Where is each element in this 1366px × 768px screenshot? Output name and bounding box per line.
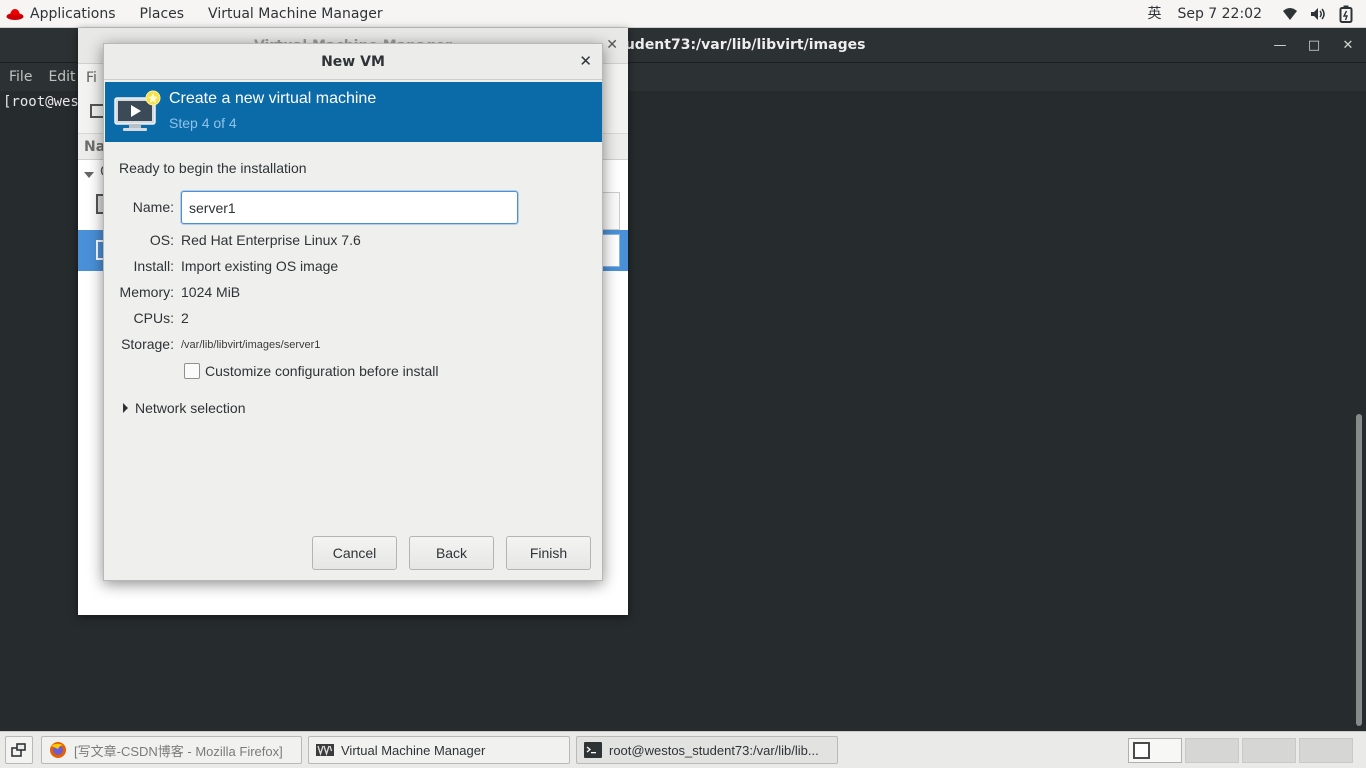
terminal-prompt: [root@wes bbox=[3, 94, 79, 110]
dialog-close-icon[interactable]: ✕ bbox=[579, 52, 592, 70]
new-vm-dialog[interactable]: New VM ✕ Create a new virtual machine St… bbox=[103, 43, 603, 581]
install-label: Install: bbox=[133, 258, 174, 274]
input-method-indicator[interactable]: 英 bbox=[1139, 0, 1169, 28]
wizard-banner: Create a new virtual machine Step 4 of 4 bbox=[105, 82, 602, 142]
os-value: Red Hat Enterprise Linux 7.6 bbox=[181, 232, 361, 248]
terminal-menu-file[interactable]: File bbox=[1, 63, 40, 91]
network-selection-expander[interactable]: Network selection bbox=[123, 400, 246, 416]
cpus-value: 2 bbox=[181, 310, 189, 326]
cpus-label: CPUs: bbox=[133, 310, 174, 326]
workspace-4[interactable] bbox=[1299, 738, 1353, 763]
applications-menu[interactable]: Applications bbox=[0, 0, 128, 28]
taskbar-terminal-label: root@westos_student73:/var/lib/lib... bbox=[609, 742, 819, 758]
close-icon[interactable]: ✕ bbox=[1331, 28, 1365, 63]
applications-label: Applications bbox=[30, 5, 116, 22]
ready-text: Ready to begin the installation bbox=[119, 160, 307, 176]
taskbar-vmm[interactable]: Virtual Machine Manager bbox=[308, 736, 570, 764]
battery-icon[interactable] bbox=[1332, 0, 1360, 28]
back-button[interactable]: Back bbox=[409, 536, 494, 570]
vmm-menu-file[interactable]: Fi bbox=[86, 64, 97, 92]
banner-title: Create a new virtual machine bbox=[169, 90, 377, 107]
os-label: OS: bbox=[149, 232, 174, 248]
firefox-icon bbox=[50, 742, 66, 758]
clock[interactable]: Sep 7 22:02 bbox=[1169, 0, 1276, 28]
customize-checkbox[interactable] bbox=[184, 363, 200, 379]
memory-value: 1024 MiB bbox=[181, 284, 241, 300]
taskbar-vmm-label: Virtual Machine Manager bbox=[341, 742, 486, 758]
terminal-icon bbox=[584, 742, 602, 758]
name-label: Name: bbox=[132, 199, 174, 215]
volume-icon[interactable] bbox=[1304, 0, 1332, 28]
redhat-logo-icon bbox=[6, 8, 24, 20]
group-expander-icon[interactable] bbox=[84, 172, 94, 178]
storage-value: /var/lib/libvirt/images/server1 bbox=[181, 339, 321, 351]
taskbar-firefox[interactable]: [写文章-CSDN博客 - Mozilla Firefox] bbox=[41, 736, 302, 764]
expander-arrow-icon[interactable] bbox=[123, 403, 128, 413]
workspace-3[interactable] bbox=[1242, 738, 1296, 763]
show-desktop-icon bbox=[11, 743, 26, 757]
show-desktop-button[interactable] bbox=[5, 736, 33, 764]
vmm-close-icon[interactable]: ✕ bbox=[606, 37, 618, 53]
finish-button[interactable]: Finish bbox=[506, 536, 591, 570]
top-panel: Applications Places Virtual Machine Mana… bbox=[0, 0, 1366, 28]
workspace-2[interactable] bbox=[1185, 738, 1239, 763]
minimize-icon[interactable]: — bbox=[1263, 28, 1297, 63]
dialog-titlebar[interactable]: New VM ✕ bbox=[104, 44, 602, 80]
banner-step: Step 4 of 4 bbox=[169, 115, 237, 131]
terminal-scrollbar[interactable] bbox=[1356, 414, 1362, 726]
active-app-menu[interactable]: Virtual Machine Manager bbox=[196, 0, 395, 28]
taskbar-firefox-label: [写文章-CSDN博客 - Mozilla Firefox] bbox=[74, 743, 283, 759]
storage-label: Storage: bbox=[121, 336, 174, 352]
customize-checkbox-row[interactable]: Customize configuration before install bbox=[184, 363, 438, 379]
wifi-icon[interactable] bbox=[1276, 0, 1304, 28]
system-tray: 英 Sep 7 22:02 bbox=[1139, 0, 1366, 28]
memory-label: Memory: bbox=[119, 284, 174, 300]
workspace-window-thumb bbox=[1133, 742, 1150, 759]
taskbar-terminal[interactable]: root@westos_student73:/var/lib/lib... bbox=[576, 736, 838, 764]
cancel-button[interactable]: Cancel bbox=[312, 536, 397, 570]
places-menu[interactable]: Places bbox=[128, 0, 197, 28]
install-value: Import existing OS image bbox=[181, 258, 339, 274]
bottom-taskbar: [写文章-CSDN博客 - Mozilla Firefox] Virtual M… bbox=[0, 731, 1366, 768]
vmm-icon bbox=[316, 744, 334, 757]
maximize-icon[interactable]: □ bbox=[1297, 28, 1331, 63]
dialog-title: New VM bbox=[321, 54, 385, 70]
new-vm-monitor-icon bbox=[114, 90, 161, 131]
name-input[interactable] bbox=[181, 191, 518, 224]
customize-label[interactable]: Customize configuration before install bbox=[205, 363, 438, 379]
workspace-1[interactable] bbox=[1128, 738, 1182, 763]
network-selection-label[interactable]: Network selection bbox=[135, 400, 246, 416]
